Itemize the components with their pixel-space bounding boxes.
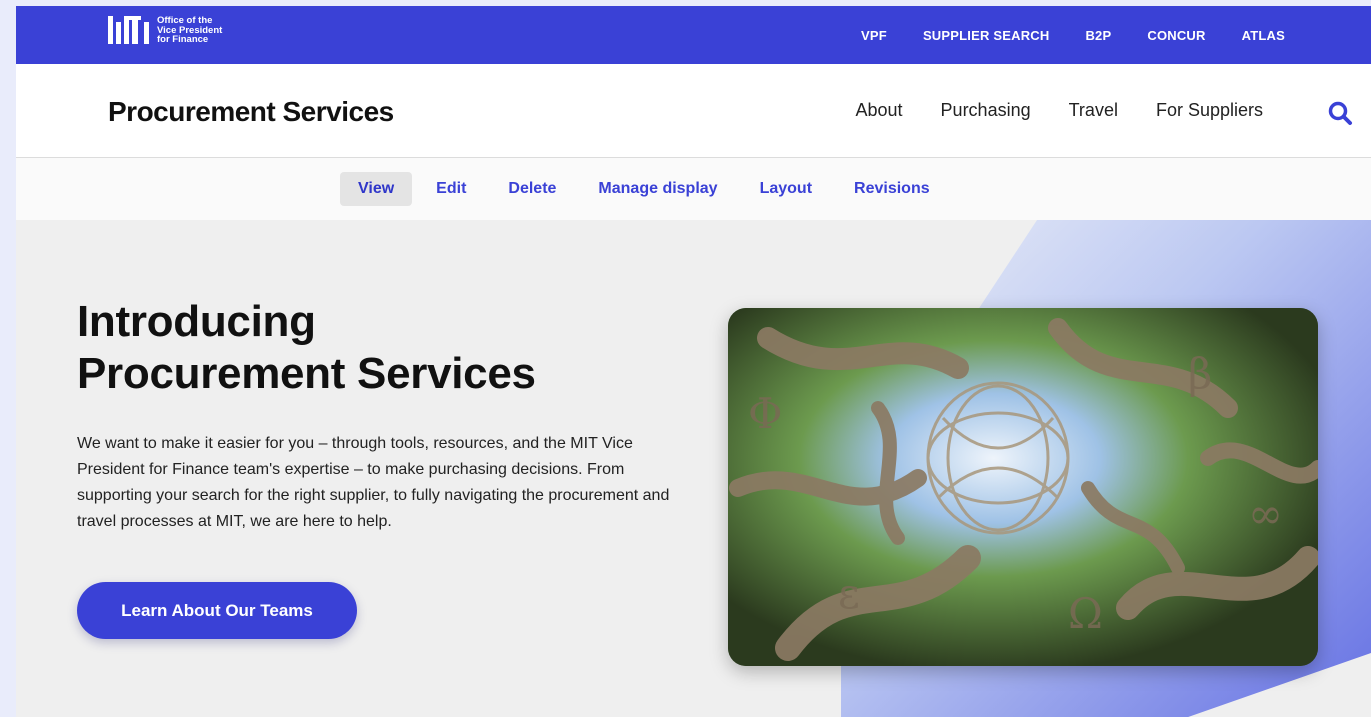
svg-text:ε: ε [838, 569, 860, 618]
tab-view[interactable]: View [340, 172, 413, 206]
admin-tabs-bar: View Edit Delete Manage display Layout R… [16, 158, 1371, 220]
svg-text:β: β [1188, 349, 1212, 398]
admin-tabs: View Edit Delete Manage display Layout R… [340, 172, 948, 206]
main-nav: About Purchasing Travel For Suppliers [856, 100, 1264, 121]
nav-item-travel[interactable]: Travel [1069, 100, 1118, 121]
logo-line-3: for Finance [157, 34, 209, 45]
sculpture-photo-icon: Φ ε β ∞ Ω [728, 308, 1318, 666]
nav-item-for-suppliers[interactable]: For Suppliers [1156, 100, 1263, 121]
utility-link-concur[interactable]: CONCUR [1147, 28, 1205, 43]
utility-link-vpf[interactable]: VPF [861, 28, 887, 43]
learn-about-teams-button[interactable]: Learn About Our Teams [77, 582, 357, 639]
hero-heading-line-1: Introducing [77, 297, 316, 346]
nav-item-purchasing[interactable]: Purchasing [941, 100, 1031, 121]
hero-section: Introducing Procurement Services We want… [16, 220, 1371, 717]
svg-text:Φ: Φ [748, 389, 782, 438]
utility-link-b2p[interactable]: B2P [1085, 28, 1111, 43]
utility-link-atlas[interactable]: ATLAS [1242, 28, 1285, 43]
search-icon [1328, 101, 1352, 125]
mit-logo-icon [108, 16, 149, 44]
site-title[interactable]: Procurement Services [108, 96, 394, 128]
hero-image: Φ ε β ∞ Ω [728, 308, 1318, 666]
svg-text:∞: ∞ [1248, 489, 1283, 538]
tab-edit[interactable]: Edit [418, 172, 484, 206]
utility-link-supplier-search[interactable]: SUPPLIER SEARCH [923, 28, 1050, 43]
tab-delete[interactable]: Delete [490, 172, 574, 206]
utility-nav: VPF SUPPLIER SEARCH B2P CONCUR ATLAS [861, 6, 1285, 64]
tab-layout[interactable]: Layout [742, 172, 830, 206]
site-header: Procurement Services About Purchasing Tr… [16, 64, 1371, 158]
hero-heading-line-2: Procurement Services [77, 349, 536, 398]
hero-description: We want to make it easier for you – thro… [77, 435, 670, 530]
tab-revisions[interactable]: Revisions [836, 172, 948, 206]
hero-heading: Introducing Procurement Services [77, 296, 536, 400]
logo-text: Office of the Vice President for Finance [157, 16, 222, 45]
tab-manage-display[interactable]: Manage display [580, 172, 735, 206]
utility-bar: Office of the Vice President for Finance… [16, 6, 1371, 64]
nav-item-about[interactable]: About [856, 100, 903, 121]
mit-vpf-logo[interactable]: Office of the Vice President for Finance [108, 16, 222, 45]
svg-text:Ω: Ω [1068, 589, 1103, 638]
page-frame: Office of the Vice President for Finance… [16, 6, 1371, 717]
search-button[interactable] [1327, 100, 1353, 126]
